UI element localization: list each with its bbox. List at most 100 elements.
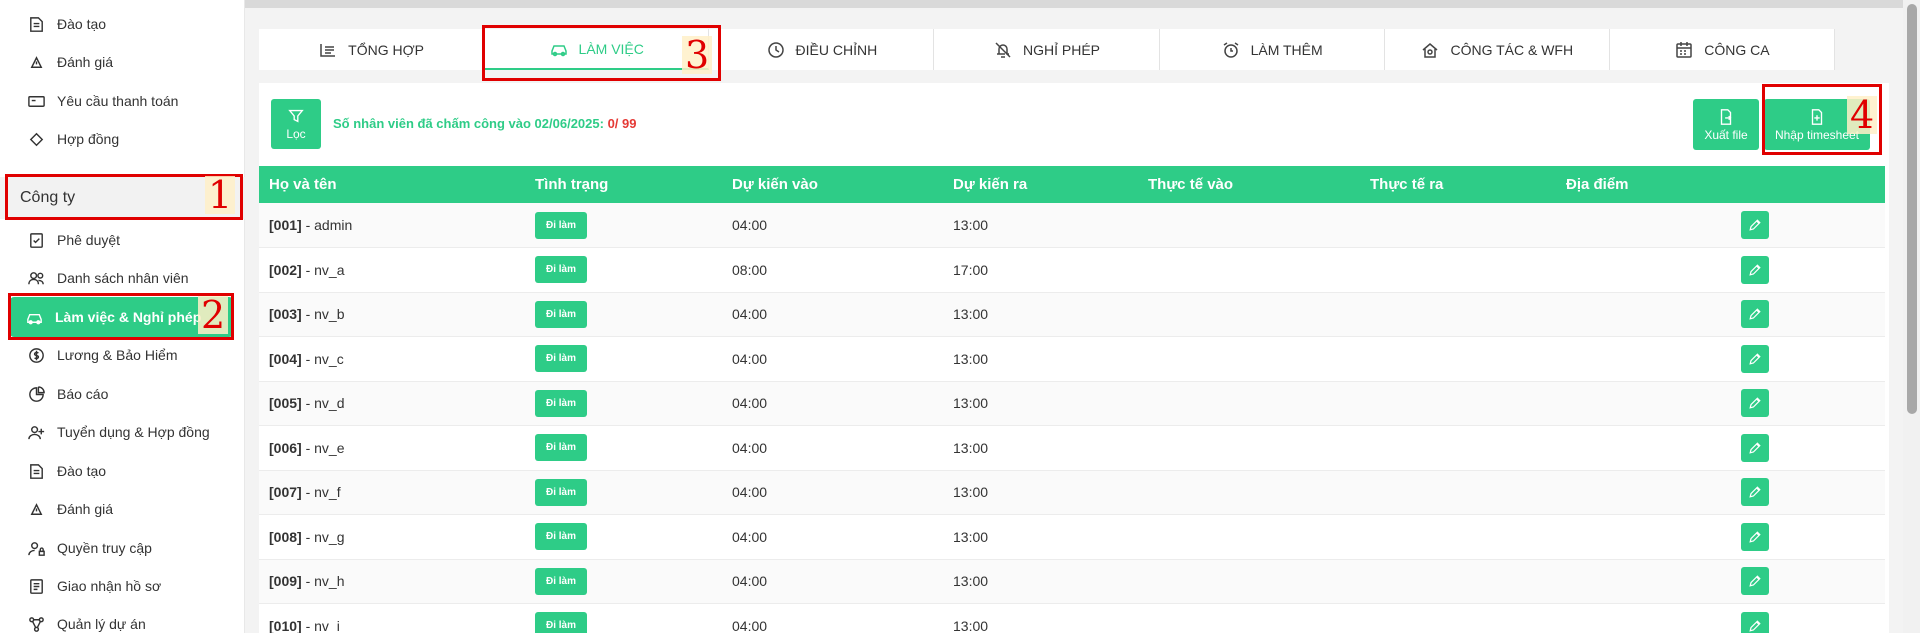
sidebar-item-documents[interactable]: Giao nhận hồ sơ (0, 567, 245, 605)
actions-cell (1731, 248, 1885, 293)
actions-cell (1731, 515, 1885, 560)
actual-in-cell (1138, 426, 1360, 471)
table-row[interactable]: [007] - nv_f Đi làm 04:00 13:00 (259, 470, 1885, 515)
table-row[interactable]: [004] - nv_c Đi làm 04:00 13:00 (259, 337, 1885, 381)
pencil-icon (1749, 353, 1761, 365)
sidebar-item-payment-request[interactable]: Yêu cầu thanh toán (0, 82, 245, 120)
evaluation-icon (25, 498, 47, 520)
export-button[interactable]: Xuất file (1693, 99, 1759, 150)
sidebar-item-approval[interactable]: Phê duyệt (0, 221, 245, 259)
status-cell: Đi làm (525, 203, 722, 248)
edit-button[interactable] (1741, 433, 1769, 462)
table-row[interactable]: [006] - nv_e Đi làm 04:00 13:00 (259, 426, 1885, 471)
scrollbar-thumb[interactable] (1907, 4, 1917, 414)
tab-adjustment[interactable]: ĐIỀU CHỈNH (709, 29, 935, 70)
sidebar-item-employee-list[interactable]: Danh sách nhân viên (0, 259, 245, 297)
edit-button[interactable] (1741, 255, 1769, 284)
table-row[interactable]: [001] - admin Đi làm 04:00 13:00 (259, 203, 1885, 248)
table-row[interactable]: [008] - nv_g Đi làm 04:00 13:00 (259, 515, 1885, 560)
header-expected-out[interactable]: Dự kiến ra (943, 166, 1138, 203)
sidebar-item-label: Đào tạo (57, 463, 107, 479)
header-name[interactable]: Họ và tên (259, 166, 525, 203)
edit-button[interactable] (1741, 611, 1769, 633)
tab-label: TỔNG HỢP (348, 41, 424, 58)
annotation-number-2: 2 (198, 296, 229, 334)
tab-label: NGHỈ PHÉP (1022, 41, 1100, 58)
filter-button[interactable]: Lọc (271, 99, 321, 149)
edit-button[interactable] (1741, 300, 1769, 329)
sidebar-item-recruitment[interactable]: Tuyển dụng & Hợp đồng (0, 413, 245, 451)
sidebar-item-training[interactable]: Đào tạo (0, 452, 245, 490)
table-row[interactable]: [002] - nv_a Đi làm 08:00 17:00 (259, 248, 1885, 293)
training-icon (25, 13, 47, 35)
actual-out-cell (1360, 426, 1556, 471)
sidebar-item-evaluation[interactable]: Đánh giá (0, 490, 245, 528)
pencil-icon (1749, 486, 1761, 498)
page-scrollbar[interactable] (1903, 0, 1920, 633)
tab-label: LÀM THÊM (1250, 41, 1323, 58)
sidebar-item-evaluation-top[interactable]: Đánh giá (0, 43, 245, 81)
sidebar-item-report[interactable]: Báo cáo (0, 375, 245, 413)
sidebar-item-projects[interactable]: Quản lý dự án (0, 605, 245, 633)
actions-cell (1731, 381, 1885, 426)
edit-button[interactable] (1741, 211, 1769, 239)
tab-business-trip-wfh[interactable]: CÔNG TÁC & WFH (1384, 29, 1610, 70)
calendar-icon (1676, 41, 1692, 58)
edit-button[interactable] (1741, 389, 1769, 418)
sidebar-item-access[interactable]: Quyền truy cập (0, 529, 245, 567)
table-row[interactable]: [009] - nv_h Đi làm 04:00 13:00 (259, 559, 1885, 604)
header-actual-in[interactable]: Thực tế vào (1138, 166, 1360, 203)
header-status[interactable]: Tình trạng (525, 166, 722, 203)
table-row[interactable]: [010] - nv_i Đi làm 04:00 13:00 (259, 604, 1885, 633)
bell-off-icon (995, 41, 1011, 58)
edit-button[interactable] (1741, 478, 1769, 507)
sidebar-item-contract[interactable]: Hợp đồng (0, 120, 245, 158)
table-row[interactable]: [005] - nv_d Đi làm 04:00 13:00 (259, 381, 1885, 426)
user-plus-icon (25, 421, 47, 443)
tab-leave[interactable]: NGHỈ PHÉP (934, 29, 1160, 70)
location-cell (1556, 470, 1731, 515)
pencil-icon (1749, 308, 1761, 320)
file-export-icon (1720, 108, 1732, 125)
pencil-icon (1749, 219, 1761, 231)
tab-shift[interactable]: CÔNG CA (1609, 29, 1835, 70)
status-cell: Đi làm (525, 470, 722, 515)
status-cell: Đi làm (525, 426, 722, 471)
header-actual-out[interactable]: Thực tế ra (1360, 166, 1556, 203)
employee-name-cell: [010] - nv_i (259, 604, 525, 633)
edit-button[interactable] (1741, 344, 1769, 373)
employee-name: - nv_b (301, 306, 345, 323)
expected-in-cell: 04:00 (732, 484, 768, 501)
evaluation-icon (25, 51, 47, 73)
tab-label: ĐIỀU CHỈNH (795, 41, 878, 58)
sidebar-item-label: Đánh giá (57, 54, 114, 70)
sidebar-item-label: Quyền truy cập (57, 540, 152, 556)
attendance-panel: Lọc Số nhân viên đã chấm công vào 02/06/… (259, 83, 1889, 633)
list-icon (320, 43, 336, 57)
edit-button[interactable] (1741, 567, 1769, 596)
annotation-number-3: 3 (682, 36, 713, 74)
tab-summary[interactable]: TỔNG HỢP (259, 29, 485, 70)
employee-name-cell: [008] - nv_g (259, 515, 525, 560)
status-cell: Đi làm (525, 381, 722, 426)
employee-name-cell: [009] - nv_h (259, 559, 525, 604)
employee-code: [001] (269, 217, 302, 233)
status-badge: Đi làm (535, 300, 588, 328)
employee-code: [007] (269, 484, 302, 501)
location-cell (1556, 248, 1731, 293)
sidebar-item-training-top[interactable]: Đào tạo (0, 5, 245, 43)
status-cell: Đi làm (525, 604, 722, 633)
status-badge: Đi làm (535, 389, 588, 417)
sidebar-item-label: Danh sách nhân viên (57, 270, 189, 286)
table-row[interactable]: [003] - nv_b Đi làm 04:00 13:00 (259, 292, 1885, 337)
contract-icon (25, 128, 47, 150)
status-cell: Đi làm (525, 559, 722, 604)
employee-name: - nv_c (301, 350, 344, 367)
alarm-icon (1223, 41, 1238, 58)
sidebar-item-salary-insurance[interactable]: Lương & Bảo Hiểm (0, 336, 245, 374)
tab-overtime[interactable]: LÀM THÊM (1159, 29, 1385, 70)
employee-name: - admin (301, 217, 353, 233)
header-expected-in[interactable]: Dự kiến vào (722, 166, 943, 203)
header-location[interactable]: Địa điểm (1556, 166, 1731, 203)
edit-button[interactable] (1741, 522, 1769, 551)
